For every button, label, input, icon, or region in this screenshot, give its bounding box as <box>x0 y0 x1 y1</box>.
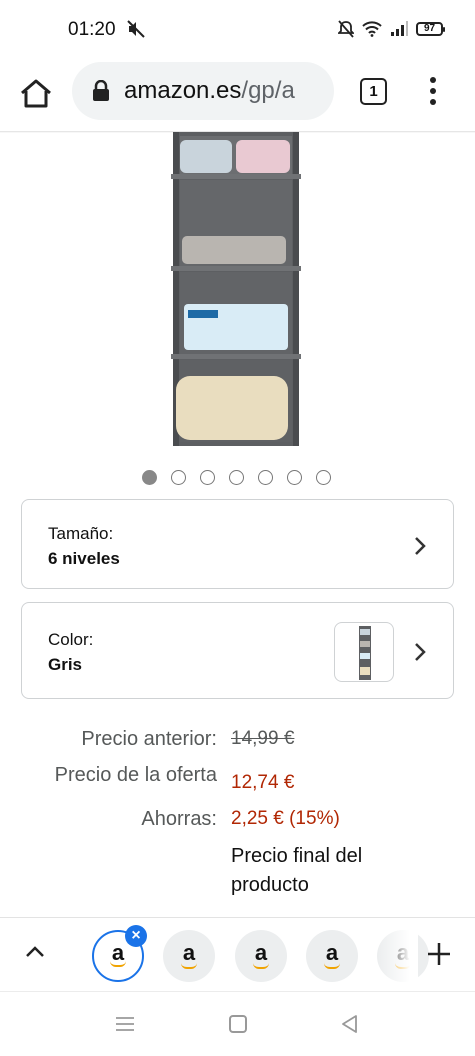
chevron-up-icon[interactable] <box>24 944 46 960</box>
wifi-icon <box>362 21 382 37</box>
size-value: 6 niveles <box>48 549 120 568</box>
savings-value: 2,25 € (15%) <box>231 808 340 829</box>
old-price-value: 14,99 € <box>231 728 295 749</box>
amazon-smile-icon <box>110 961 126 967</box>
image-carousel-dots <box>142 470 331 485</box>
recents-icon[interactable] <box>115 1016 135 1032</box>
carousel-dot[interactable] <box>229 470 244 485</box>
size-label: Tamaño: <box>48 524 114 543</box>
color-label: Color: <box>48 630 94 649</box>
battery-icon: 97 <box>416 22 445 36</box>
carousel-dot[interactable] <box>316 470 331 485</box>
offer-price-value: 12,74 € <box>231 772 295 793</box>
carousel-dot[interactable] <box>258 470 273 485</box>
amazon-smile-icon <box>253 963 269 969</box>
carousel-dot[interactable] <box>171 470 186 485</box>
color-swatch-thumbnail <box>334 622 394 682</box>
browser-toolbar: amazon.es/gp/a 1 <box>0 60 475 132</box>
status-time: 01:20 <box>68 19 116 40</box>
mute-icon <box>127 20 145 38</box>
color-selector[interactable]: Color: Gris <box>21 602 454 699</box>
tab-strip-fade <box>378 918 418 992</box>
status-icons: 97 <box>338 20 445 38</box>
chevron-right-icon <box>415 643 426 661</box>
tab-thumbnail[interactable]: a <box>306 930 358 982</box>
chevron-right-icon <box>415 537 426 555</box>
signal-icon <box>391 21 408 36</box>
url-text: amazon.es/gp/a <box>124 77 295 105</box>
product-image[interactable] <box>168 132 304 446</box>
amazon-smile-icon <box>181 963 197 969</box>
tab-thumbnail[interactable]: a <box>235 930 287 982</box>
menu-dots-icon[interactable] <box>420 74 446 108</box>
back-icon[interactable] <box>340 1014 360 1034</box>
amazon-smile-icon <box>324 963 340 969</box>
old-price-label: Precio anterior: <box>81 728 217 750</box>
carousel-dot[interactable] <box>200 470 215 485</box>
system-nav-bar <box>0 991 475 1056</box>
final-price-note: Precio final del producto <box>231 845 363 896</box>
add-tab-icon[interactable] <box>426 941 452 967</box>
alarm-off-icon <box>338 20 354 38</box>
tab-switcher-button[interactable]: 1 <box>360 78 387 105</box>
carousel-dot[interactable] <box>142 470 157 485</box>
status-bar: 01:20 97 <box>0 0 475 60</box>
size-selector[interactable]: Tamaño: 6 niveles <box>21 499 454 589</box>
address-bar[interactable]: amazon.es/gp/a <box>72 62 334 120</box>
color-value: Gris <box>48 655 83 674</box>
savings-label: Ahorras: <box>141 808 217 830</box>
carousel-dot[interactable] <box>287 470 302 485</box>
home-icon[interactable] <box>18 76 54 112</box>
home-nav-icon[interactable] <box>229 1015 247 1033</box>
offer-price-label: Precio de la oferta <box>54 764 217 786</box>
url-path: /gp/a <box>241 77 295 104</box>
close-tab-icon[interactable]: × <box>125 925 147 947</box>
lock-icon <box>93 80 109 101</box>
tab-strip: aaaaa × <box>0 917 475 992</box>
tab-thumbnail[interactable]: a <box>163 930 215 982</box>
url-host: amazon.es <box>124 77 242 104</box>
